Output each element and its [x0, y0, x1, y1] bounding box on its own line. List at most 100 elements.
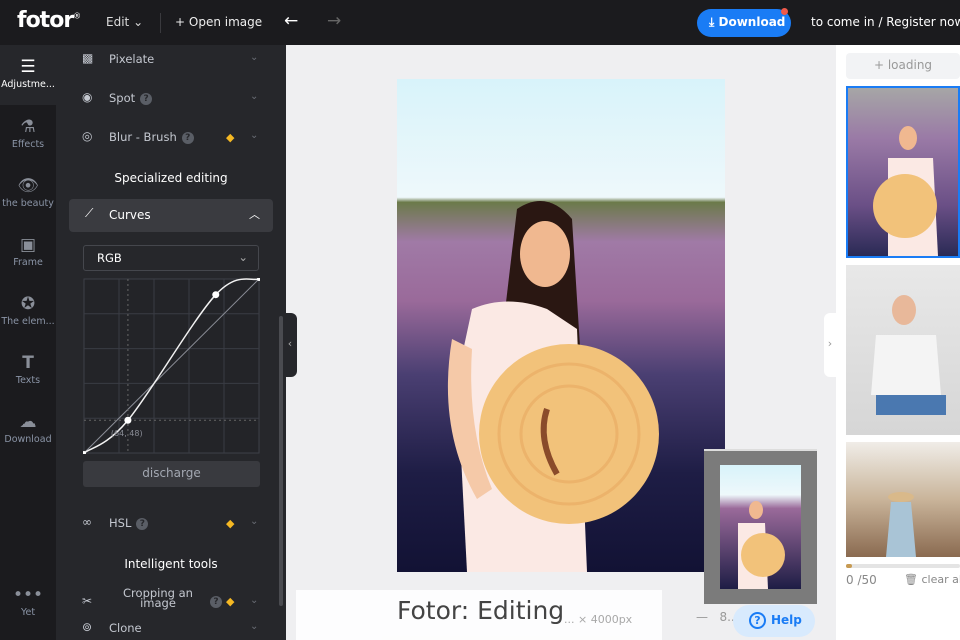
text-icon: T: [22, 353, 34, 373]
navigator-minimap[interactable]: [704, 449, 817, 604]
clear-all-button[interactable]: 🗑 clear all: [904, 573, 960, 586]
library-usage-progress: [846, 564, 960, 568]
zoom-out-icon[interactable]: —: [696, 610, 708, 624]
rail-label: Yet: [20, 607, 36, 618]
star-icon: ✪: [20, 294, 36, 314]
edit-menu-button[interactable]: Edit ⌄: [106, 15, 143, 29]
photo-illustration: [447, 201, 659, 572]
top-bar: fotor® Edit ⌄ + Open image ← → ⤓ Downloa…: [0, 0, 960, 45]
curve-control-point[interactable]: [212, 291, 220, 299]
rail-label: Download: [4, 434, 52, 445]
library-thumbnail-selected[interactable]: [846, 86, 960, 258]
chevron-down-icon: ⌄: [250, 91, 259, 102]
logo-text: fotor: [17, 8, 74, 33]
clone-icon: ⊚: [82, 620, 93, 634]
more-icon: •••: [12, 585, 44, 605]
thumbnail-illustration: [873, 126, 938, 256]
rail-label: the beauty: [2, 198, 54, 209]
tool-label: Pixelate: [109, 52, 155, 66]
tool-clone[interactable]: ⊚ Clone ⌄: [82, 619, 262, 639]
download-button[interactable]: ⤓ Download: [697, 9, 791, 37]
tool-label: Spot: [109, 91, 136, 105]
loading-label: loading: [887, 58, 933, 72]
help-icon[interactable]: ?: [140, 93, 153, 105]
clear-all-label: clear all: [921, 573, 960, 586]
edited-photo: [397, 79, 725, 572]
tool-pixelate[interactable]: ▩ Pixelate ⌄: [82, 50, 262, 70]
tool-label: Blur - Brush: [109, 130, 177, 144]
tool-label: HSL: [109, 516, 132, 530]
curve-control-point[interactable]: [124, 416, 132, 424]
cloud-upload-icon: ☁: [19, 412, 37, 432]
tool-spot[interactable]: ◉ Spot? ⌄: [82, 89, 262, 109]
premium-diamond-icon: ◆: [226, 517, 235, 530]
plus-icon: +: [873, 58, 885, 72]
tool-curves[interactable]: ⟋ Curves ︿: [69, 199, 273, 232]
rail-item-frame[interactable]: ▣ Frame: [0, 235, 56, 268]
help-icon[interactable]: ?: [136, 518, 149, 530]
fotor-logo[interactable]: fotor®: [17, 8, 81, 33]
count-total: /50: [857, 573, 877, 587]
scissors-icon: ✂: [82, 594, 93, 608]
curves-graph[interactable]: (64, 48): [83, 278, 260, 454]
chevron-left-icon: ‹: [287, 337, 293, 350]
expand-right-panel-button[interactable]: ›: [824, 313, 836, 377]
library-thumbnail[interactable]: [846, 265, 960, 435]
open-image-label: Open image: [188, 15, 263, 29]
tool-cropping[interactable]: ✂ Cropping an image? ◆ ⌄: [82, 587, 262, 614]
minimap-preview: [720, 465, 801, 589]
rail-item-beauty[interactable]: 👁 the beauty: [0, 176, 56, 209]
frame-icon: ▣: [19, 235, 37, 255]
redo-arrow-icon[interactable]: →: [327, 11, 341, 31]
library-thumbnail[interactable]: [846, 442, 960, 557]
chevron-down-icon: ⌄: [133, 15, 144, 29]
blur-icon: ◎: [82, 129, 93, 143]
premium-diamond-icon: ◆: [226, 131, 235, 144]
divider: [160, 13, 161, 33]
help-circle-icon: ?: [749, 612, 766, 629]
point-coordinate-label: (64, 48): [111, 429, 143, 438]
plus-icon: +: [175, 15, 186, 29]
tool-hsl[interactable]: ∞ HSL? ◆ ⌄: [82, 514, 262, 534]
download-label: Download: [718, 15, 786, 29]
flask-icon: ⚗: [20, 117, 36, 137]
rail-label: Frame: [13, 257, 43, 268]
undo-arrow-icon[interactable]: ←: [284, 11, 298, 31]
hsl-icon: ∞: [82, 515, 92, 529]
adjust-panel: ▩ Pixelate ⌄ ◉ Spot? ⌄ ◎ Blur - Brush? ◆ ⌄ Spec…: [56, 45, 286, 640]
tool-blur-brush[interactable]: ◎ Blur - Brush? ◆ ⌄: [82, 128, 262, 148]
help-label: Help: [771, 613, 802, 627]
help-button[interactable]: ? Help: [733, 605, 815, 637]
rail-item-adjustments[interactable]: ☰ Adjustme...: [0, 45, 56, 105]
sliders-icon: ☰: [20, 57, 36, 77]
premium-diamond-icon: ◆: [226, 595, 235, 608]
channel-select[interactable]: RGB ⌄: [83, 245, 259, 271]
chevron-down-icon: ⌄: [250, 516, 259, 527]
chevron-down-icon: ⌄: [250, 130, 259, 141]
spot-icon: ◉: [82, 90, 93, 104]
chevron-down-icon: ⌄: [250, 595, 259, 606]
rail-item-effects[interactable]: ⚗ Effects: [0, 117, 56, 150]
rail-item-texts[interactable]: T Texts: [0, 353, 56, 386]
help-icon[interactable]: ?: [210, 596, 222, 608]
open-image-button[interactable]: + Open image: [175, 15, 262, 29]
chevron-down-icon: ⌄: [238, 250, 248, 264]
collapse-panel-button[interactable]: ‹: [283, 313, 297, 377]
tool-rail: ☰ Adjustme... ⚗ Effects 👁 the beauty ▣ Frame…: [0, 45, 56, 640]
rail-label: Adjustme...: [1, 79, 55, 90]
discharge-button[interactable]: discharge: [83, 461, 260, 487]
rail-label: Effects: [11, 139, 45, 150]
help-icon[interactable]: ?: [181, 132, 194, 144]
rail-item-elements[interactable]: ✪ The elem...: [0, 294, 56, 327]
download-icon: ⤓: [709, 15, 715, 29]
notification-dot: [781, 8, 788, 15]
trash-icon: 🗑: [904, 573, 918, 586]
thumbnail-illustration: [871, 295, 946, 415]
add-image-button[interactable]: + loading: [846, 53, 960, 79]
channel-value: RGB: [97, 251, 122, 265]
rail-item-more[interactable]: ••• Yet: [0, 585, 56, 618]
minimap-illustration: [738, 501, 785, 589]
login-register-link[interactable]: to come in / Register now: [811, 15, 960, 29]
rail-item-download[interactable]: ☁ Download: [0, 412, 56, 445]
image-library-panel: + loading 0 /50 🗑 clear all: [836, 45, 960, 640]
